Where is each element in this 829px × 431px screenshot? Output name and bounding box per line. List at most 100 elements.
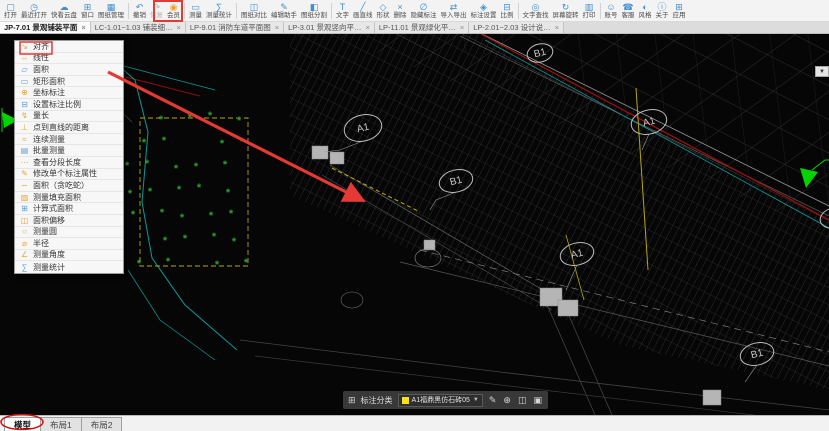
measure-menu-item-coord-annotation[interactable]: ⊕坐标标注 bbox=[15, 87, 123, 99]
measure-menu-item-measure-statistics[interactable]: ∑测量统计 bbox=[15, 261, 123, 273]
toolbar-apps[interactable]: ⊞应用 bbox=[671, 0, 688, 22]
tab-close-icon[interactable]: × bbox=[177, 23, 181, 32]
copy-icon[interactable]: ◫ bbox=[517, 396, 528, 405]
tab-close-icon[interactable]: × bbox=[555, 23, 559, 32]
document-tab[interactable]: LP-9.01 消防车道平面图 × bbox=[186, 22, 284, 33]
tab-close-icon[interactable]: × bbox=[460, 23, 464, 32]
annotation-settings-label: 标注设置 bbox=[471, 12, 497, 20]
align-icon: ↘ bbox=[19, 42, 30, 51]
panel-collapse-toggle[interactable]: ▼ bbox=[815, 66, 829, 77]
toolbar-hide-annotation[interactable]: ∅隐藏标注 bbox=[409, 0, 439, 22]
document-tab-label: LP-9.01 消防车道平面图 bbox=[190, 22, 271, 33]
cloud-drive-icon: ☁ bbox=[60, 2, 69, 12]
grid-view-icon[interactable]: ⊞ bbox=[348, 396, 356, 405]
undo-label: 撤销 bbox=[133, 12, 146, 20]
toolbar-style[interactable]: ◐风格 bbox=[637, 0, 654, 22]
chevron-down-icon: ▼ bbox=[473, 397, 479, 403]
toolbar-open[interactable]: ▢打开 bbox=[2, 0, 19, 22]
document-tab[interactable]: LP-3.01 景观竖向平…× bbox=[284, 22, 375, 33]
measure-menu-item-area[interactable]: ▱面积 bbox=[15, 64, 123, 76]
radius-icon: ⌀ bbox=[19, 239, 30, 248]
document-tabs: JP-7.01 景观铺装平面×LC-1.01~1.03 铺装细…×LP-9.01… bbox=[0, 22, 829, 34]
document-tab[interactable]: LC-1.01~1.03 铺装细…× bbox=[91, 22, 186, 33]
document-tab[interactable]: LP-11.01 景观绿化平…× bbox=[375, 22, 469, 33]
measure-menu-item-continuous-measure[interactable]: ≈连续测量 bbox=[15, 134, 123, 146]
toolbar-cloud-drive[interactable]: ☁快看云盘 bbox=[49, 0, 79, 22]
toolbar-text-search[interactable]: ◎文字查找 bbox=[521, 0, 551, 22]
measure-menu-item-set-annotation-scale[interactable]: ⊟设置标注比例 bbox=[15, 99, 123, 111]
measure-menu-item-area-snake[interactable]: ∽面积（贪吃蛇） bbox=[15, 180, 123, 192]
drawing-manager-label: 图纸管理 bbox=[98, 12, 124, 20]
annotation-category-dropdown[interactable]: A1福鼎黑仿石砖05 ▼ bbox=[398, 394, 483, 407]
measure-stats-label: 测量统计 bbox=[206, 12, 232, 20]
toolbar-about[interactable]: ⓘ关于 bbox=[654, 0, 671, 22]
open-label: 打开 bbox=[4, 12, 17, 20]
measure-menu-item-edit-single-annotation[interactable]: ✎修改单个标注属性 bbox=[15, 169, 123, 181]
about-icon: ⓘ bbox=[657, 2, 666, 12]
document-tab[interactable]: JP-7.01 景观铺装平面× bbox=[0, 22, 91, 33]
toolbar-shape[interactable]: ◇形状 bbox=[375, 0, 392, 22]
toolbar-edit-assistant[interactable]: ✎编辑助手 bbox=[269, 0, 299, 22]
annotation-floatbar: ⊞ 标注分类 A1福鼎黑仿石砖05 ▼ ✎⊕◫▣ bbox=[343, 391, 548, 409]
measure-menu-item-measure-angle[interactable]: ∠测量角度 bbox=[15, 250, 123, 262]
toolbar-undo[interactable]: ↶撤销 bbox=[131, 0, 148, 22]
svg-text:*: * bbox=[212, 231, 217, 243]
measure-menu-item-view-segment-length[interactable]: ⋯查看分段长度 bbox=[15, 157, 123, 169]
toolbar-import-export[interactable]: ⇄导入导出 bbox=[439, 0, 469, 22]
toolbar-redo[interactable]: ↷恢复 bbox=[148, 0, 165, 22]
tab-close-icon[interactable]: × bbox=[366, 23, 370, 32]
toolbar-scale[interactable]: ⊟比例 bbox=[499, 0, 516, 22]
toolbar-drawing-compare[interactable]: ◫图纸对比 bbox=[239, 0, 269, 22]
sheet-tab-布局2[interactable]: 布局2 bbox=[81, 417, 123, 431]
tab-close-icon[interactable]: × bbox=[275, 23, 279, 32]
measure-menu-item-quick-length[interactable]: ↯量长 bbox=[15, 111, 123, 123]
measure-menu-item-radius[interactable]: ⌀半径 bbox=[15, 238, 123, 250]
hide-annotation-label: 隐藏标注 bbox=[411, 12, 437, 20]
toolbar-measure[interactable]: ▭测量 bbox=[187, 0, 204, 22]
toolbar-account[interactable]: ☺账号 bbox=[603, 0, 620, 22]
area-offset-label: 面积偏移 bbox=[33, 215, 65, 226]
toolbar-annotation-settings[interactable]: ◈标注设置 bbox=[469, 0, 499, 22]
svg-text:*: * bbox=[148, 186, 153, 198]
toolbar-screen-rotate[interactable]: ↻屏幕旋转 bbox=[551, 0, 581, 22]
svg-text:*: * bbox=[226, 187, 231, 199]
measure-menu-item-formula-area[interactable]: ⊞计算式面积 bbox=[15, 203, 123, 215]
formula-area-icon: ⊞ bbox=[19, 204, 30, 213]
toolbar-drawing-split[interactable]: ◧图纸分割 bbox=[299, 0, 329, 22]
svg-text:*: * bbox=[125, 160, 130, 172]
toolbar-text[interactable]: T文字 bbox=[334, 0, 351, 22]
measure-menu: ↘对齐↔线性▱面积▭矩形面积⊕坐标标注⊟设置标注比例↯量长⊥点到直线的距离≈连续… bbox=[14, 40, 124, 274]
measure-menu-item-measure-fill-area[interactable]: ▨测量填充面积 bbox=[15, 192, 123, 204]
measure-fill-area-label: 测量填充面积 bbox=[33, 192, 81, 203]
drawing-canvas[interactable]: ****************************************… bbox=[0, 34, 829, 415]
toolbar-delete[interactable]: ×删除 bbox=[392, 0, 409, 22]
move-icon[interactable]: ⊕ bbox=[502, 396, 512, 405]
toolbar-vip[interactable]: ◉会员 bbox=[165, 0, 182, 22]
document-tab[interactable]: LP-2.01~2.03 设计说…× bbox=[469, 22, 564, 33]
measure-menu-item-align[interactable]: ↘对齐 bbox=[15, 41, 123, 53]
svg-text:*: * bbox=[194, 161, 199, 173]
measure-menu-item-batch-measure[interactable]: ▤批量测量 bbox=[15, 145, 123, 157]
toolbar-print[interactable]: ▥打印 bbox=[581, 0, 598, 22]
toolbar-draw-line[interactable]: ╱画直线 bbox=[351, 0, 375, 22]
paste-icon[interactable]: ▣ bbox=[532, 396, 543, 405]
sheet-tab-模型[interactable]: 模型 bbox=[4, 417, 41, 431]
measure-menu-item-linear[interactable]: ↔线性 bbox=[15, 53, 123, 65]
measure-menu-item-point-to-line-distance[interactable]: ⊥点到直线的距离 bbox=[15, 122, 123, 134]
edit-icon[interactable]: ✎ bbox=[488, 396, 498, 405]
toolbar-measure-stats[interactable]: ∑测量统计 bbox=[204, 0, 234, 22]
toolbar-recent-open[interactable]: ◷最近打开 bbox=[19, 0, 49, 22]
toolbar-drawing-manager[interactable]: ▦图纸管理 bbox=[96, 0, 126, 22]
coord-annotation-icon: ⊕ bbox=[19, 88, 30, 97]
measure-menu-item-measure-circle[interactable]: ○测量圆 bbox=[15, 227, 123, 239]
redo-label: 恢复 bbox=[150, 12, 163, 20]
edit-assistant-label: 编辑助手 bbox=[271, 12, 297, 20]
support-icon: ☎ bbox=[622, 2, 633, 12]
tab-close-icon[interactable]: × bbox=[81, 23, 85, 32]
toolbar-window[interactable]: ⊞窗口 bbox=[79, 0, 96, 22]
measure-menu-item-area-offset[interactable]: ◫面积偏移 bbox=[15, 215, 123, 227]
toolbar-support[interactable]: ☎客服 bbox=[620, 0, 637, 22]
measure-menu-item-rect-area[interactable]: ▭矩形面积 bbox=[15, 76, 123, 88]
sheet-tab-布局1[interactable]: 布局1 bbox=[40, 417, 82, 431]
svg-text:*: * bbox=[177, 184, 182, 196]
